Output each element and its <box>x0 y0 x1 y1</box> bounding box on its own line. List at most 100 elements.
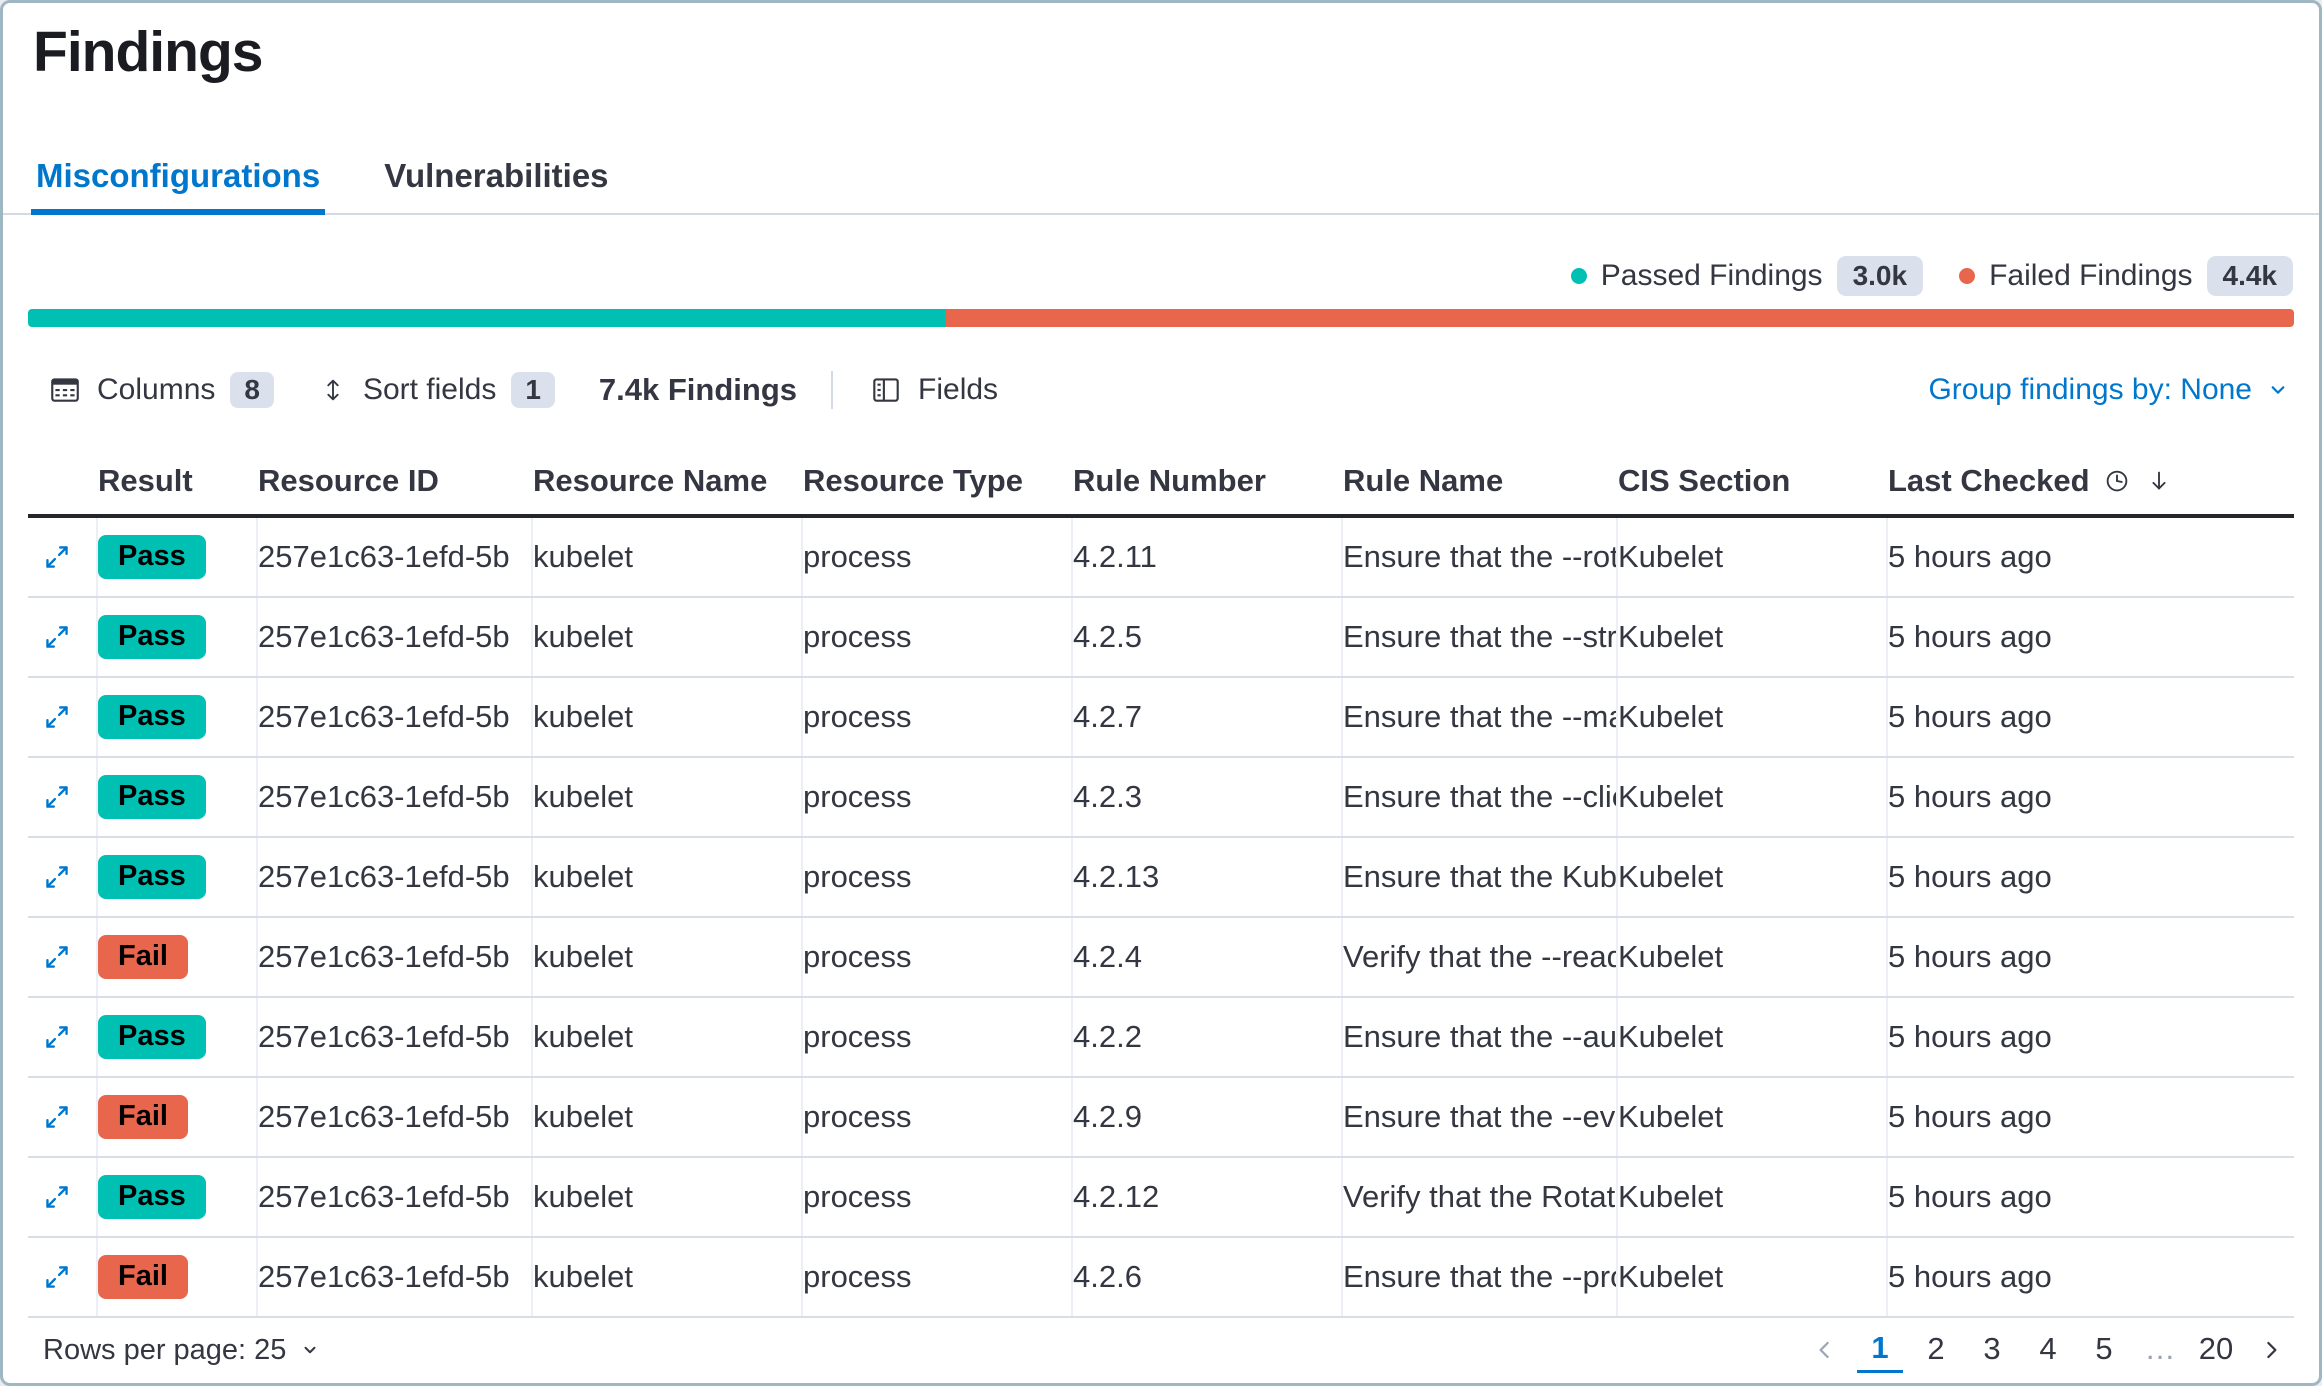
expand-row-button[interactable] <box>28 838 98 916</box>
next-page-button[interactable] <box>2249 1336 2293 1364</box>
columns-label: Columns <box>97 373 215 407</box>
cell-resource-name: kubelet <box>533 1078 803 1156</box>
header-resource-type[interactable]: Resource Type <box>803 463 1073 499</box>
table-row: Pass 257e1c63-1efd-5b kubelet process 4.… <box>28 1158 2294 1238</box>
cell-resource-id: 257e1c63-1efd-5b <box>258 1238 533 1316</box>
cell-last-checked: 5 hours ago <box>1888 1078 2294 1156</box>
header-rule-name[interactable]: Rule Name <box>1343 463 1618 499</box>
expand-row-button[interactable] <box>28 758 98 836</box>
pagination-page-1[interactable]: 1 <box>1857 1328 1903 1373</box>
expand-row-button[interactable] <box>28 1238 98 1316</box>
cell-resource-name: kubelet <box>533 1158 803 1236</box>
expand-icon <box>40 700 74 734</box>
expand-row-button[interactable] <box>28 518 98 596</box>
cell-resource-type: process <box>803 1238 1073 1316</box>
legend-passed: Passed Findings 3.0k <box>1571 256 1923 296</box>
clock-icon <box>2102 466 2132 496</box>
table-row: Fail 257e1c63-1efd-5b kubelet process 4.… <box>28 1078 2294 1158</box>
expand-icon <box>40 1260 74 1294</box>
columns-count-badge: 8 <box>230 372 274 408</box>
header-result[interactable]: Result <box>98 463 258 499</box>
sort-fields-button[interactable]: Sort fields 1 <box>318 372 555 408</box>
cell-resource-id: 257e1c63-1efd-5b <box>258 998 533 1076</box>
cell-result: Pass <box>98 518 258 596</box>
findings-legend: Passed Findings 3.0k Failed Findings 4.4… <box>3 257 2293 295</box>
rows-per-page-button[interactable]: Rows per page: 25 <box>43 1334 322 1367</box>
cell-resource-name: kubelet <box>533 918 803 996</box>
table-row: Pass 257e1c63-1efd-5b kubelet process 4.… <box>28 678 2294 758</box>
cell-rule-name: Verify that the RotateKubeletServerCerti… <box>1343 1158 1618 1236</box>
result-badge: Pass <box>98 535 206 579</box>
sort-fields-count-badge: 1 <box>511 372 555 408</box>
pagination-page-3[interactable]: 3 <box>1969 1329 2015 1371</box>
findings-total-count: 7.4k Findings <box>599 372 797 408</box>
expand-icon <box>40 1100 74 1134</box>
passed-dot-icon <box>1571 268 1587 284</box>
cell-cis-section: Kubelet <box>1618 918 1888 996</box>
cell-last-checked: 5 hours ago <box>1888 678 2294 756</box>
cell-result: Fail <box>98 918 258 996</box>
cell-resource-id: 257e1c63-1efd-5b <box>258 758 533 836</box>
header-resource-name[interactable]: Resource Name <box>533 463 803 499</box>
page-title: Findings <box>33 19 2319 85</box>
pagination-page-2[interactable]: 2 <box>1913 1329 1959 1371</box>
sort-updown-icon <box>318 375 348 405</box>
result-badge: Pass <box>98 615 206 659</box>
cell-rule-number: 4.2.11 <box>1073 518 1343 596</box>
cell-last-checked: 5 hours ago <box>1888 838 2294 916</box>
cell-resource-id: 257e1c63-1efd-5b <box>258 838 533 916</box>
sort-fields-label: Sort fields <box>363 373 496 407</box>
table-row: Pass 257e1c63-1efd-5b kubelet process 4.… <box>28 598 2294 678</box>
fields-panel-icon <box>869 373 903 407</box>
result-badge: Fail <box>98 1095 188 1139</box>
expand-row-button[interactable] <box>28 918 98 996</box>
page-header: Findings <box>3 3 2319 153</box>
expand-icon <box>40 860 74 894</box>
expand-row-button[interactable] <box>28 1158 98 1236</box>
expand-icon <box>40 940 74 974</box>
group-findings-by-button[interactable]: Group findings by: None <box>1928 373 2292 407</box>
tab-misconfigurations[interactable]: Misconfigurations <box>36 157 320 213</box>
expand-icon <box>40 540 74 574</box>
tab-bar: Misconfigurations Vulnerabilities <box>3 153 2319 215</box>
previous-page-button[interactable] <box>1803 1336 1847 1364</box>
pagination-page-4[interactable]: 4 <box>2025 1329 2071 1371</box>
header-resource-id[interactable]: Resource ID <box>258 463 533 499</box>
cell-resource-name: kubelet <box>533 758 803 836</box>
rows-per-page-label: Rows per page: 25 <box>43 1334 286 1367</box>
pagination-ellipsis: … <box>2137 1329 2183 1371</box>
fields-button[interactable]: Fields <box>869 373 998 407</box>
columns-grid-icon <box>48 373 82 407</box>
last-checked-label: Last Checked <box>1888 463 2090 499</box>
cell-resource-name: kubelet <box>533 678 803 756</box>
cell-rule-name: Ensure that the --event-qps argument is … <box>1343 1078 1618 1156</box>
cell-rule-name: Ensure that the --authorization-mode arg… <box>1343 998 1618 1076</box>
findings-table: Result Resource ID Resource Name Resourc… <box>28 447 2294 1318</box>
tab-vulnerabilities[interactable]: Vulnerabilities <box>384 157 608 213</box>
pagination-page-20[interactable]: 20 <box>2193 1329 2239 1371</box>
findings-page: Findings Misconfigurations Vulnerabiliti… <box>0 0 2322 1386</box>
expand-row-button[interactable] <box>28 678 98 756</box>
header-last-checked[interactable]: Last Checked <box>1888 463 2294 499</box>
cell-resource-id: 257e1c63-1efd-5b <box>258 598 533 676</box>
cell-result: Pass <box>98 678 258 756</box>
pagination-pages: 12345…20 <box>1857 1328 2239 1373</box>
header-cis-section[interactable]: CIS Section <box>1618 463 1888 499</box>
cell-result: Pass <box>98 758 258 836</box>
expand-row-button[interactable] <box>28 998 98 1076</box>
header-rule-number[interactable]: Rule Number <box>1073 463 1343 499</box>
expand-row-button[interactable] <box>28 1078 98 1156</box>
cell-rule-name: Ensure that the --streaming-connection-i… <box>1343 598 1618 676</box>
expand-row-button[interactable] <box>28 598 98 676</box>
pagination-page-5[interactable]: 5 <box>2081 1329 2127 1371</box>
failed-count-badge: 4.4k <box>2207 256 2294 296</box>
cell-resource-id: 257e1c63-1efd-5b <box>258 518 533 596</box>
cell-resource-name: kubelet <box>533 598 803 676</box>
cell-rule-name: Verify that the --read-only-port argumen… <box>1343 918 1618 996</box>
cell-last-checked: 5 hours ago <box>1888 598 2294 676</box>
cell-rule-number: 4.2.3 <box>1073 758 1343 836</box>
cell-result: Fail <box>98 1238 258 1316</box>
columns-button[interactable]: Columns 8 <box>48 372 274 408</box>
cell-resource-type: process <box>803 838 1073 916</box>
cell-resource-type: process <box>803 758 1073 836</box>
